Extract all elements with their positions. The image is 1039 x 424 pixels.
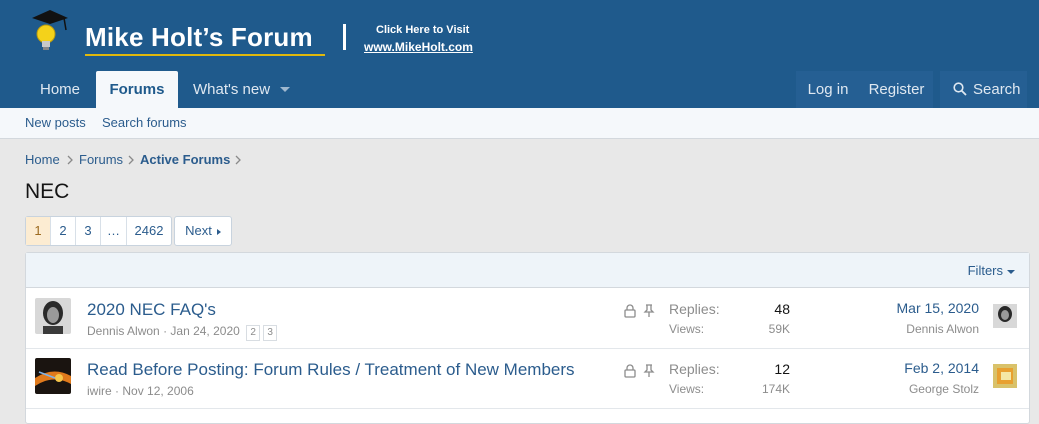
caret-right-icon [216, 228, 221, 235]
page-ellipsis-button[interactable]: … [101, 217, 127, 245]
pin-icon [643, 364, 655, 377]
caret-down-icon [1007, 269, 1015, 274]
thread-meta: Dennis Alwon · Jan 24, 2020 23 [87, 324, 278, 341]
visit-site-caption[interactable]: Click Here to Visit [376, 24, 469, 36]
replies-count: 12 [774, 361, 790, 377]
thread-author-link[interactable]: Dennis Alwon [87, 324, 160, 338]
nav-tab-whats-new[interactable]: What's new [193, 71, 270, 108]
replies-count: 48 [774, 301, 790, 317]
meta-separator: · [115, 384, 120, 398]
thread-author-link[interactable]: iwire [87, 384, 112, 398]
mini-page-link[interactable]: 3 [263, 325, 278, 341]
pin-icon [643, 304, 655, 317]
next-label: Next [185, 223, 212, 238]
views-label: Views: [669, 322, 705, 336]
thread-row: 2020 NEC FAQ's Dennis Alwon · Jan 24, 20… [26, 288, 1029, 349]
search-icon[interactable] [953, 82, 967, 96]
lightbulb-logo-icon[interactable] [30, 8, 70, 58]
page-button-last[interactable]: 2462 [127, 217, 171, 245]
breadcrumb-active-forums[interactable]: Active Forums [140, 152, 230, 167]
logo-divider [343, 24, 346, 50]
visit-site-link[interactable]: www.MikeHolt.com [364, 40, 473, 54]
next-page-button[interactable]: Next [174, 216, 232, 246]
nav-tab-forums[interactable]: Forums [96, 71, 178, 108]
views-count: 59K [768, 322, 790, 336]
meta-separator: · [163, 324, 168, 338]
search-label[interactable]: Search [973, 71, 1021, 108]
user-avatar[interactable] [35, 298, 71, 334]
lock-icon [624, 364, 636, 378]
page-button-2[interactable]: 2 [51, 217, 76, 245]
filter-bar: Filters [26, 253, 1029, 288]
chevron-right-icon [128, 155, 134, 165]
mini-page-link[interactable]: 2 [246, 325, 261, 341]
lock-icon [624, 304, 636, 318]
site-header: Mike Holt’s Forum Click Here to Visit ww… [0, 0, 1039, 71]
page-title: NEC [25, 180, 70, 203]
last-poster-avatar[interactable] [993, 304, 1017, 328]
last-post-user-link[interactable]: Dennis Alwon [906, 322, 979, 336]
title-underline [85, 54, 325, 56]
site-title[interactable]: Mike Holt’s Forum [85, 22, 313, 53]
chevron-right-icon [67, 155, 73, 165]
nav-tab-home[interactable]: Home [40, 71, 80, 108]
filters-dropdown[interactable]: Filters [968, 263, 1015, 278]
views-label: Views: [669, 382, 705, 396]
thread-title-link[interactable]: Read Before Posting: Forum Rules / Treat… [87, 360, 575, 380]
last-post-date-link[interactable]: Mar 15, 2020 [897, 300, 980, 316]
last-post-user-link[interactable]: George Stolz [909, 382, 979, 396]
thread-start-date[interactable]: Jan 24, 2020 [170, 324, 239, 338]
page-button-1[interactable]: 1 [26, 217, 51, 245]
chevron-right-icon [235, 155, 241, 165]
breadcrumb-forums[interactable]: Forums [79, 152, 123, 167]
replies-label: Replies: [669, 361, 720, 377]
last-poster-avatar[interactable] [993, 364, 1017, 388]
pagination: 1 2 3 … 2462 [25, 216, 172, 246]
thread-title-link[interactable]: 2020 NEC FAQ's [87, 300, 216, 320]
views-count: 174K [761, 382, 790, 396]
main-nav: Home Forums What's new Log in Register S… [0, 71, 1039, 108]
sub-nav: New posts Search forums [0, 108, 1039, 139]
thread-meta: iwire · Nov 12, 2006 [87, 384, 194, 398]
filters-label: Filters [967, 263, 1003, 278]
last-post-date-link[interactable]: Feb 2, 2014 [904, 360, 979, 376]
search-forums-link[interactable]: Search forums [102, 108, 187, 138]
thread-row: Read Before Posting: Forum Rules / Treat… [26, 348, 1029, 409]
replies-label: Replies: [669, 301, 720, 317]
breadcrumb-home[interactable]: Home [25, 152, 60, 167]
page-button-3[interactable]: 3 [76, 217, 101, 245]
chevron-down-icon[interactable] [280, 87, 290, 92]
thread-start-date[interactable]: Nov 12, 2006 [122, 384, 193, 398]
new-posts-link[interactable]: New posts [25, 108, 86, 138]
login-button[interactable]: Log in [796, 71, 860, 108]
register-button[interactable]: Register [860, 71, 933, 108]
thread-list: Filters 2020 NEC FAQ's Dennis Alwon · Ja… [25, 252, 1030, 424]
user-avatar[interactable] [35, 358, 71, 394]
